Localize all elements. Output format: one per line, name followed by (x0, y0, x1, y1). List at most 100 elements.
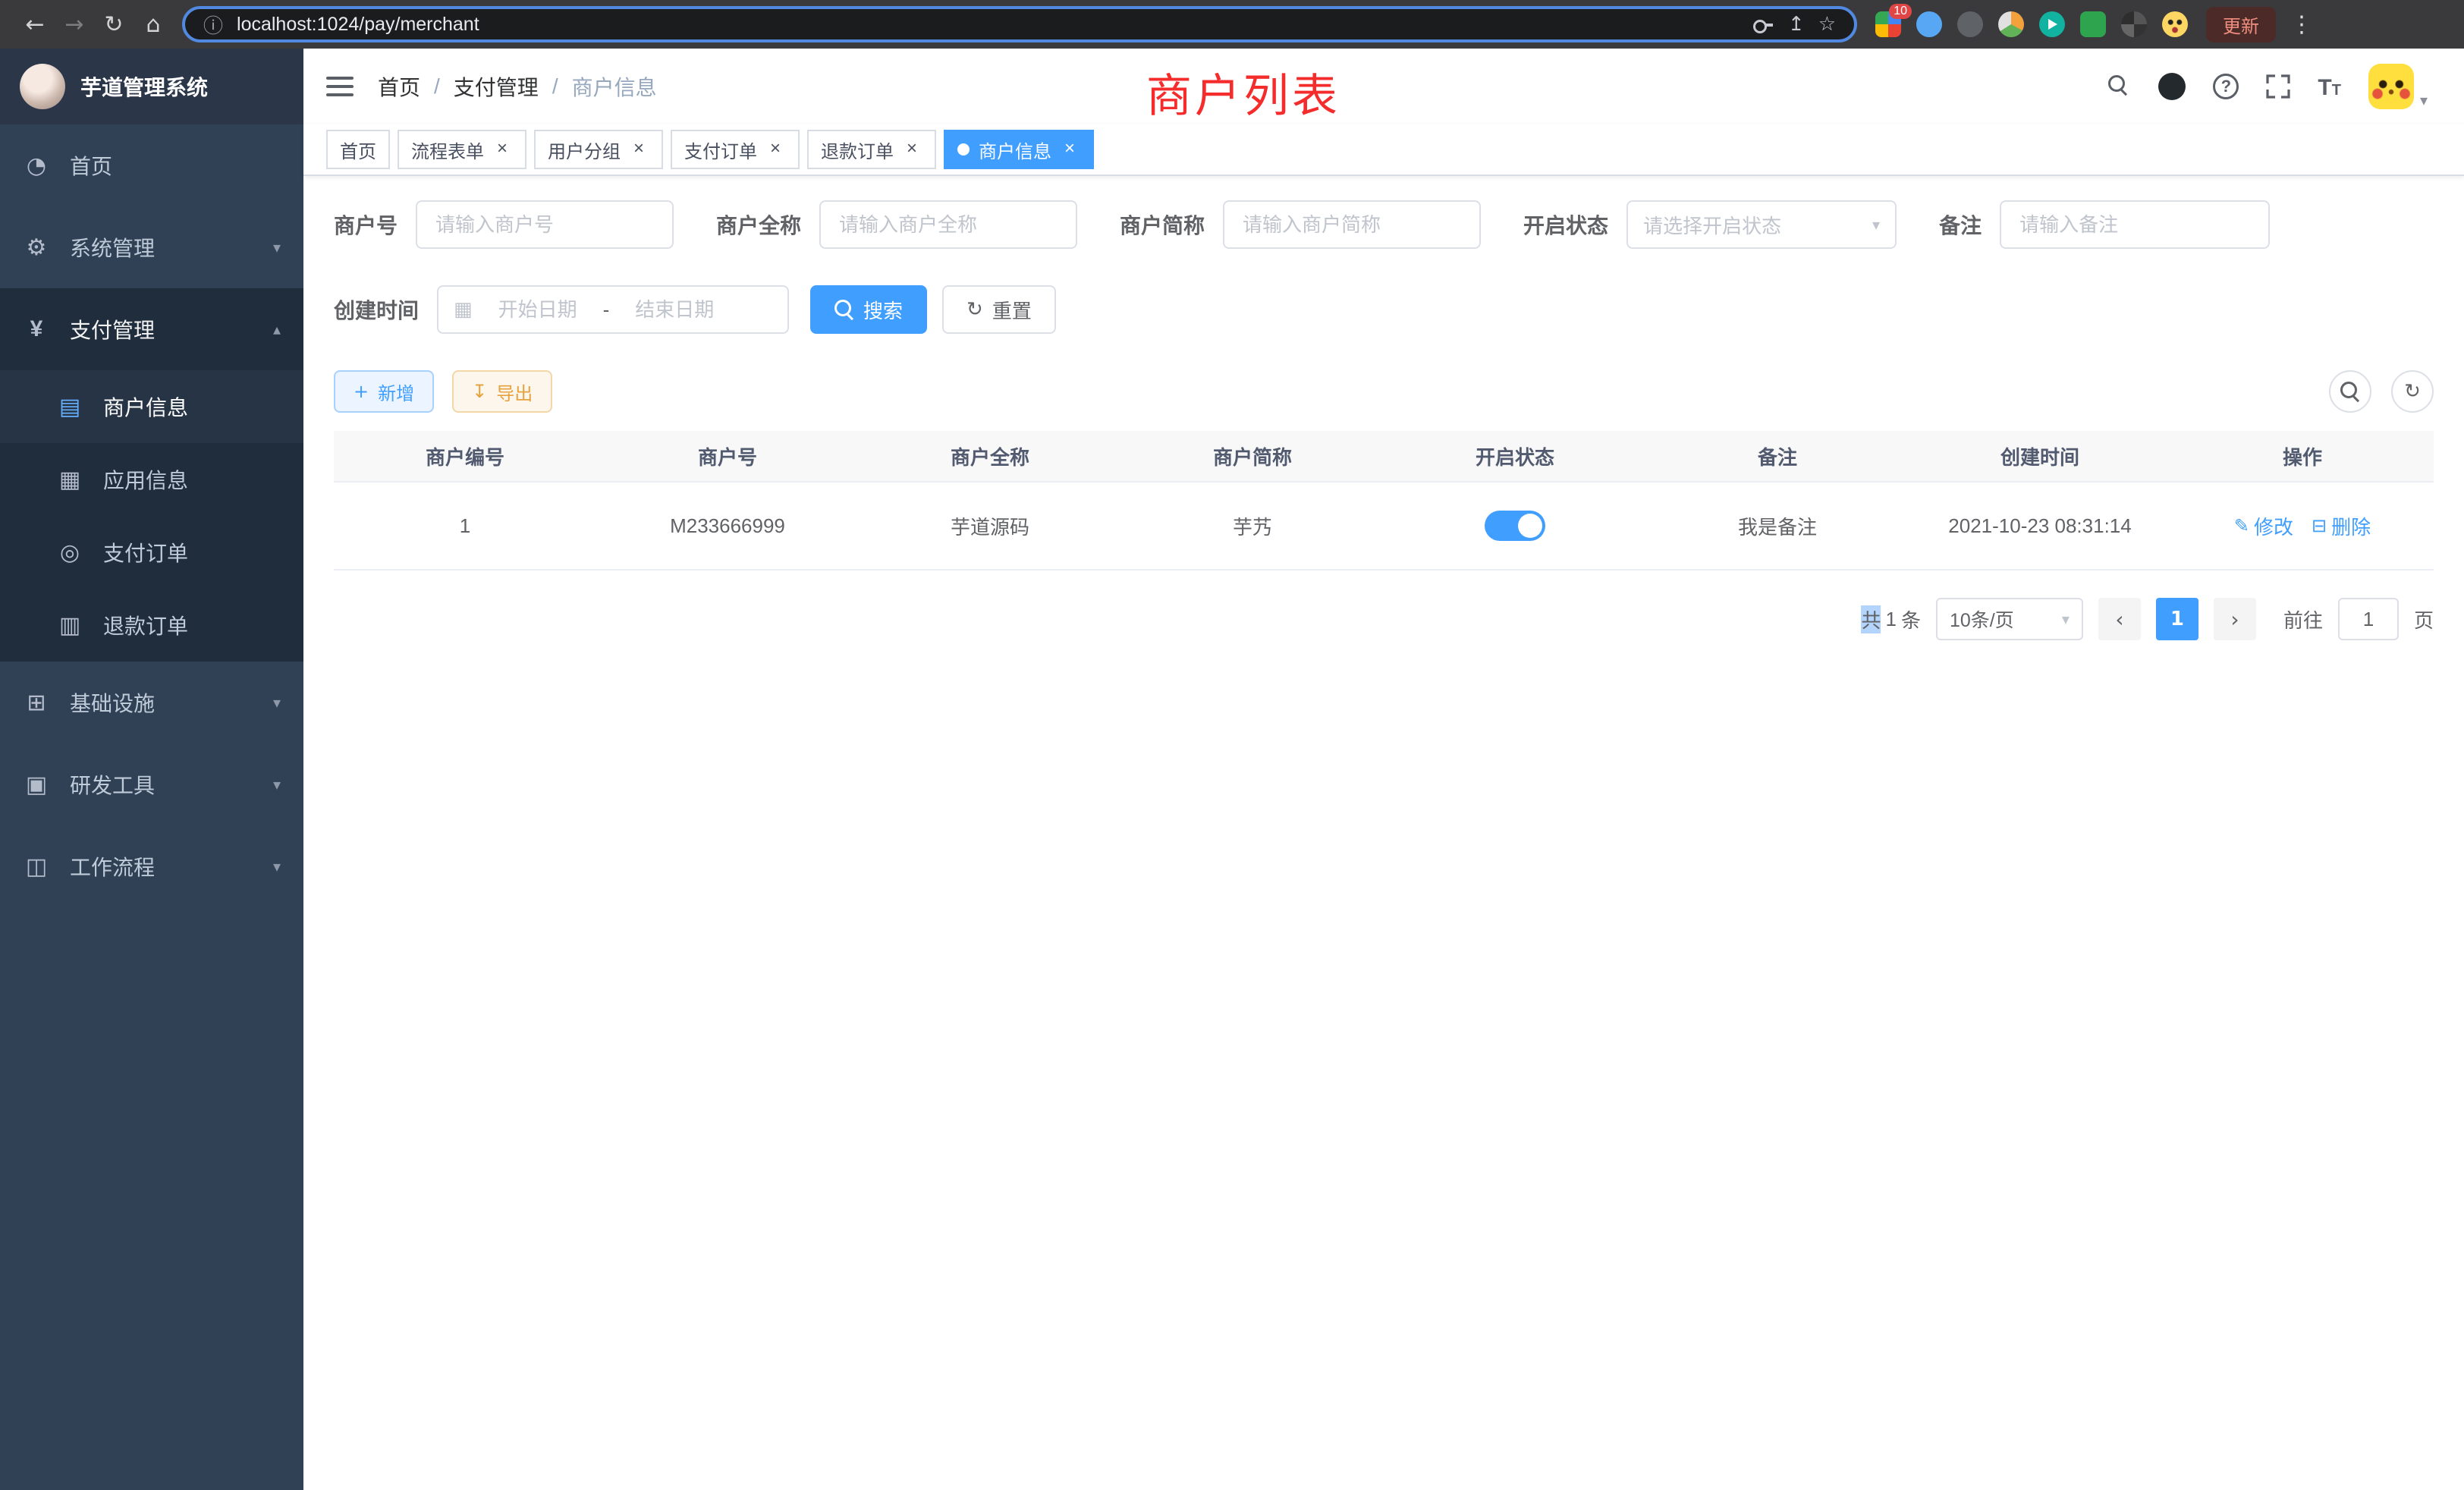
sidebar-item-infrastructure[interactable]: ⊞ 基础设施 ▾ (0, 662, 303, 743)
status-select[interactable]: 请选择开启状态 ▾ (1626, 200, 1897, 249)
cell-full-name: 芋道源码 (859, 512, 1121, 540)
ext-puzzle-icon[interactable]: 10 (1875, 11, 1901, 37)
bookmark-star-icon[interactable]: ☆ (1818, 13, 1836, 36)
range-separator: - (603, 298, 610, 322)
close-icon[interactable]: × (628, 139, 649, 160)
toggle-search-button[interactable] (2329, 370, 2371, 413)
sidebar-item-label: 研发工具 (70, 769, 155, 800)
remark-input[interactable] (2000, 200, 2270, 249)
ext-green-check-icon[interactable] (2039, 11, 2065, 37)
create-time-range[interactable]: ▦ - (437, 285, 789, 334)
sidebar-item-devtools[interactable]: ▣ 研发工具 ▾ (0, 743, 303, 825)
sidebar-item-home[interactable]: ◔ 首页 (0, 124, 303, 206)
merchant-short-input[interactable] (1223, 200, 1481, 249)
trash-icon: ⊟ (2312, 515, 2327, 536)
refresh-icon: ↻ (2404, 380, 2421, 403)
merchant-no-label: 商户号 (334, 209, 398, 240)
forward-icon[interactable]: → (55, 11, 94, 38)
goto-page-input[interactable] (2338, 598, 2399, 640)
github-icon[interactable] (2158, 73, 2186, 100)
status-toggle[interactable] (1485, 511, 1545, 541)
sidebar-item-refund-order[interactable]: ▥ 退款订单 (0, 589, 303, 662)
search-icon[interactable] (2108, 75, 2131, 98)
home-icon[interactable]: ⌂ (134, 11, 173, 38)
tab-merchant-info[interactable]: 商户信息× (944, 130, 1094, 169)
prev-page-button[interactable]: ‹ (2098, 598, 2141, 640)
search-icon (2340, 382, 2360, 401)
sidebar-item-label: 工作流程 (70, 851, 155, 882)
tab-pay-order[interactable]: 支付订单× (671, 130, 800, 169)
export-button[interactable]: ↧ 导出 (452, 370, 552, 413)
back-icon[interactable]: ← (15, 11, 55, 38)
ext-green-square-icon[interactable] (2080, 11, 2106, 37)
sidebar-toggle-icon[interactable] (326, 77, 354, 96)
browser-update-button[interactable]: 更新 (2206, 7, 2276, 42)
col-full-name: 商户全称 (859, 442, 1121, 470)
start-date-input[interactable] (482, 298, 594, 322)
delete-link[interactable]: ⊟删除 (2312, 512, 2371, 540)
address-bar[interactable]: ⓘ localhost:1024/pay/merchant ↥ ☆ (182, 6, 1857, 42)
col-status: 开启状态 (1384, 442, 1646, 470)
sidebar-item-label: 支付订单 (103, 537, 188, 567)
logo-avatar-image (20, 64, 65, 109)
sidebar-item-system[interactable]: ⚙ 系统管理 ▾ (0, 206, 303, 288)
tab-user-group[interactable]: 用户分组× (534, 130, 663, 169)
app-logo[interactable]: 芋道管理系统 (0, 49, 303, 124)
close-icon[interactable]: × (492, 139, 513, 160)
font-size-icon[interactable]: TT (2318, 73, 2341, 101)
reload-icon[interactable]: ↻ (94, 11, 134, 38)
url-text[interactable]: localhost:1024/pay/merchant (237, 14, 1738, 36)
col-merchant-id: 商户编号 (334, 442, 596, 470)
close-icon[interactable]: × (765, 139, 786, 160)
col-merchant-no: 商户号 (596, 442, 859, 470)
filter-remark: 备注 (1939, 200, 2270, 249)
sidebar-item-label: 支付管理 (70, 314, 155, 344)
sidebar-item-pay-order[interactable]: ◎ 支付订单 (0, 516, 303, 589)
tab-process-form[interactable]: 流程表单× (398, 130, 526, 169)
next-page-button[interactable]: › (2214, 598, 2256, 640)
filter-merchant-no: 商户号 (334, 200, 674, 249)
merchant-name-input[interactable] (819, 200, 1077, 249)
reset-button[interactable]: ↻ 重置 (942, 285, 1056, 334)
tab-home[interactable]: 首页 (326, 130, 390, 169)
password-key-icon[interactable] (1752, 14, 1774, 35)
end-date-input[interactable] (618, 298, 731, 322)
sidebar-item-payment[interactable]: ¥ 支付管理 ▴ (0, 288, 303, 370)
sidebar-item-workflow[interactable]: ◫ 工作流程 ▾ (0, 825, 303, 907)
site-info-icon[interactable]: ⓘ (203, 11, 223, 39)
close-icon[interactable]: × (901, 139, 922, 160)
filter-create-time: 创建时间 ▦ - (334, 285, 789, 334)
ext-emoji-icon[interactable] (2162, 11, 2188, 37)
ext-drop-icon[interactable] (1916, 11, 1942, 37)
merchant-no-input[interactable] (416, 200, 674, 249)
merchant-table: 商户编号 商户号 商户全称 商户简称 开启状态 备注 创建时间 操作 1 M23… (334, 431, 2434, 571)
add-button[interactable]: + 新增 (334, 370, 434, 413)
help-icon[interactable]: ? (2213, 74, 2239, 99)
breadcrumb-home[interactable]: 首页 (378, 71, 420, 102)
gear-icon: ⚙ (23, 234, 50, 261)
col-create-time: 创建时间 (1909, 442, 2171, 470)
share-icon[interactable]: ↥ (1788, 13, 1805, 36)
refresh-button[interactable]: ↻ (2391, 370, 2434, 413)
fullscreen-icon[interactable] (2266, 74, 2290, 99)
remark-label: 备注 (1939, 209, 1982, 240)
close-icon[interactable]: × (1059, 139, 1080, 160)
search-button[interactable]: 搜索 (810, 285, 927, 334)
page-1-button[interactable]: 1 (2156, 598, 2198, 640)
page-size-select[interactable]: 10条/页 ▾ (1936, 598, 2083, 640)
ext-dark-icon[interactable] (1957, 11, 1983, 37)
tab-refund-order[interactable]: 退款订单× (807, 130, 936, 169)
ext-pinwheel-icon[interactable] (2121, 11, 2147, 37)
ext-avatar-icon[interactable] (1998, 11, 2024, 37)
edit-link[interactable]: ✎修改 (2234, 512, 2293, 540)
user-avatar[interactable]: ▾ (2368, 64, 2428, 109)
chevron-down-icon: ▾ (1872, 215, 1880, 234)
breadcrumb-payment[interactable]: 支付管理 (454, 71, 539, 102)
browser-menu-icon[interactable]: ⋮ (2282, 11, 2321, 38)
sidebar-item-merchant-info[interactable]: ▤ 商户信息 (0, 370, 303, 443)
tags-view-bar: 首页 流程表单× 用户分组× 支付订单× 退款订单× 商户信息× (303, 124, 2464, 176)
dashboard-icon: ◔ (23, 152, 50, 179)
sidebar-item-app-info[interactable]: ▦ 应用信息 (0, 443, 303, 516)
page-content: 商户号 商户全称 商户简称 开启状态 请选择开启状态 (303, 176, 2464, 1490)
avatar-image (2368, 64, 2414, 109)
